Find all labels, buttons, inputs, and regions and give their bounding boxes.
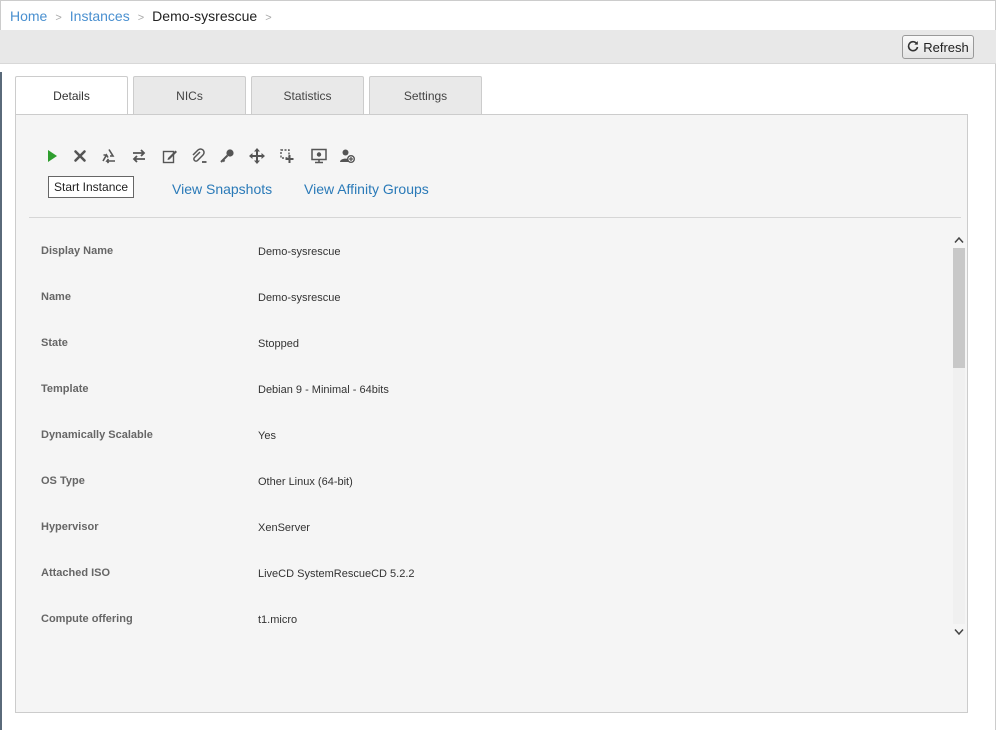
move-icon[interactable] [248,147,266,165]
breadcrumb-separator: > [137,12,145,24]
detail-value: Other Linux (64-bit) [258,476,353,488]
breadcrumb-home-link[interactable]: Home [10,8,47,24]
scroll-up-icon[interactable] [952,233,966,247]
detail-label: OS Type [41,475,85,487]
detail-row-state: State Stopped [29,321,939,367]
migrate-icon[interactable] [130,147,148,165]
breadcrumb: Home > Instances > Demo-sysrescue > [0,0,996,30]
detail-value: Demo-sysrescue [258,292,341,304]
detail-label: Dynamically Scalable [41,429,153,441]
detail-value: Yes [258,430,276,442]
left-edge [0,72,2,730]
details-list: Display Name Demo-sysrescue Name Demo-sy… [29,229,939,635]
tab-statistics[interactable]: Statistics [251,76,364,114]
tab-details[interactable]: Details [15,76,128,115]
detach-iso-icon[interactable] [190,147,208,165]
detail-row-attached-iso: Attached ISO LiveCD SystemRescueCD 5.2.2 [29,551,939,597]
detail-row-compute-offering: Compute offering t1.micro [29,597,939,635]
right-edge [995,64,996,730]
refresh-icon [907,40,919,55]
breadcrumb-current: Demo-sysrescue [152,8,258,24]
detail-row-display-name: Display Name Demo-sysrescue [29,229,939,275]
detail-row-os-type: OS Type Other Linux (64-bit) [29,459,939,505]
toolbar: Refresh [0,30,996,64]
detail-row-hypervisor: Hypervisor XenServer [29,505,939,551]
breadcrumb-separator: > [265,12,272,24]
tab-settings[interactable]: Settings [369,76,482,114]
view-snapshots-link[interactable]: View Snapshots [172,181,272,197]
detail-label: Attached ISO [41,567,111,579]
assign-user-icon[interactable] [338,147,356,165]
detail-label: Template [41,383,89,395]
detail-label: Compute offering [41,613,133,625]
details-panel: Start Instance View Snapshots View Affin… [15,114,968,713]
view-affinity-groups-link[interactable]: View Affinity Groups [304,181,429,197]
breadcrumb-instances-link[interactable]: Instances [70,8,130,24]
breadcrumb-separator: > [55,12,62,24]
detail-value: Debian 9 - Minimal - 64bits [258,384,389,396]
detail-label: Display Name [41,245,114,257]
scroll-track[interactable] [953,248,965,624]
detail-row-template: Template Debian 9 - Minimal - 64bits [29,367,939,413]
scroll-down-icon[interactable] [952,625,966,639]
start-instance-tooltip: Start Instance [48,176,135,198]
refresh-button[interactable]: Refresh [902,35,974,59]
detail-value: t1.micro [258,614,298,626]
recycle-icon[interactable] [100,147,118,165]
scale-icon[interactable] [278,147,296,165]
tab-nics[interactable]: NICs [133,76,246,114]
scroll-thumb[interactable] [953,248,965,368]
detail-row-dynamically-scalable: Dynamically Scalable Yes [29,413,939,459]
detail-value: XenServer [258,522,310,534]
detail-label: Name [41,291,71,303]
details-scrollbar[interactable] [952,233,966,639]
key-icon[interactable] [218,147,236,165]
edit-icon[interactable] [161,147,179,165]
refresh-label: Refresh [923,39,969,55]
console-icon[interactable] [310,147,328,165]
divider [29,217,961,218]
detail-value: LiveCD SystemRescueCD 5.2.2 [258,568,415,580]
destroy-icon[interactable] [71,147,89,165]
detail-value: Demo-sysrescue [258,246,341,258]
detail-label: Hypervisor [41,521,99,533]
detail-label: State [41,337,68,349]
start-icon[interactable] [43,147,61,165]
detail-value: Stopped [258,338,299,350]
detail-row-name: Name Demo-sysrescue [29,275,939,321]
